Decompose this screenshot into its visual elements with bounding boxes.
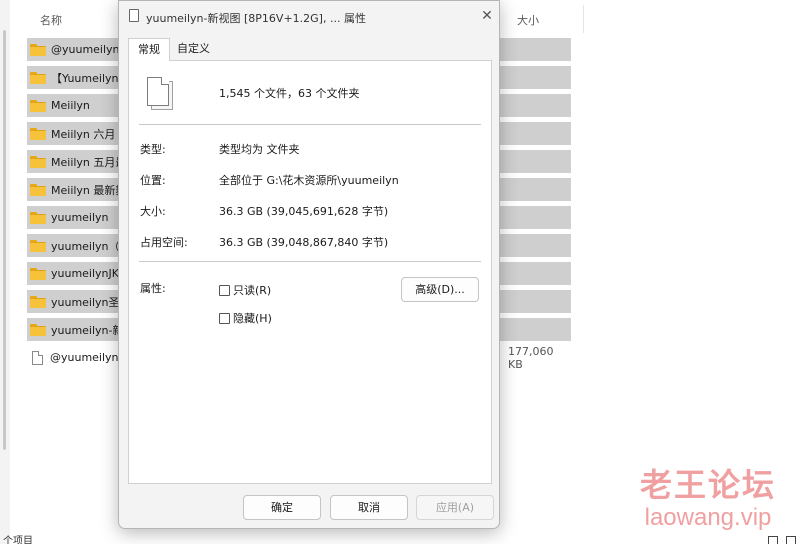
folder-icon (30, 155, 46, 168)
folder-icon (30, 239, 46, 252)
folder-icon (30, 99, 46, 112)
folder-icon (30, 211, 46, 224)
properties-dialog: yuumeilyn-新视图 [8P16V+1.2G], ... 属性 ✕ 常规 … (118, 0, 500, 529)
folder-icon (30, 183, 46, 196)
folder-icon (30, 71, 46, 84)
file-folder-summary: 1,545 个文件，63 个文件夹 (219, 87, 360, 100)
readonly-checkbox-label: 只读(R) (233, 284, 272, 297)
dialog-title: yuumeilyn-新视图 [8P16V+1.2G], ... 属性 (146, 12, 366, 25)
attributes-label: 属性: (140, 282, 166, 295)
scrollbar-thumb[interactable] (3, 30, 6, 450)
hidden-checkbox-label: 隐藏(H) (233, 312, 272, 325)
column-size-header[interactable]: 大小 (517, 12, 539, 28)
column-name-header[interactable]: 名称 (40, 12, 62, 28)
cancel-button[interactable]: 取消 (330, 495, 408, 520)
divider (139, 124, 481, 125)
list-item-name: yuumeilyn (51, 211, 109, 224)
file-icon (147, 77, 169, 106)
dialog-titlebar[interactable]: yuumeilyn-新视图 [8P16V+1.2G], ... 属性 ✕ (119, 1, 499, 33)
document-icon (129, 9, 139, 22)
file-icon (32, 350, 43, 365)
ok-button[interactable]: 确定 (243, 495, 321, 520)
watermark-title: 老王论坛 (639, 466, 776, 504)
list-item-name: yuumeilyn（1 (51, 239, 127, 253)
type-value: 类型均为 文件夹 (219, 143, 300, 156)
type-label: 类型: (140, 143, 166, 156)
tiles-view-icon[interactable] (786, 536, 796, 544)
folder-icon (30, 43, 46, 56)
status-bar: 个项目 (0, 534, 800, 544)
advanced-button[interactable]: 高级(D)... (401, 277, 479, 302)
column-divider[interactable] (583, 5, 584, 33)
readonly-checkbox[interactable]: 只读(R) (219, 282, 271, 298)
status-item-count: 个项目 (3, 536, 33, 544)
list-item-name: yuumeilynJK (51, 267, 119, 280)
size-label: 大小: (140, 205, 166, 218)
tab-custom[interactable]: 自定义 (171, 38, 216, 61)
folder-icon (30, 295, 46, 308)
folder-icon (30, 267, 46, 280)
hidden-checkbox-box[interactable] (219, 312, 230, 324)
details-view-icon[interactable] (768, 536, 778, 544)
vertical-scrollbar[interactable] (0, 0, 10, 544)
list-item-name: Meiilyn 五月最 (51, 155, 127, 169)
location-label: 位置: (140, 174, 166, 187)
apply-button[interactable]: 应用(A) (416, 495, 494, 520)
disk-size-value: 36.3 GB (39,048,867,840 字节) (219, 236, 389, 249)
tab-general[interactable]: 常规 (128, 38, 170, 61)
hidden-checkbox[interactable]: 隐藏(H) (219, 310, 272, 326)
size-value: 36.3 GB (39,045,691,628 字节) (219, 205, 389, 218)
folder-icon (30, 127, 46, 140)
watermark: 老王论坛 laowang.vip (628, 466, 788, 532)
list-item-name: Meiilyn (51, 99, 90, 112)
divider (139, 261, 481, 262)
disk-size-label: 占用空间: (140, 236, 188, 249)
readonly-checkbox-box[interactable] (219, 284, 230, 296)
list-item-name: Meiilyn 六月 (51, 127, 116, 141)
folder-icon (30, 323, 46, 336)
list-item-size: 177,060 KB (508, 344, 554, 371)
list-item-name: @yuumeilyn-c (50, 351, 129, 364)
location-value: 全部位于 G:\花木资源所\yuumeilyn (219, 174, 399, 187)
list-item-name: Meiilyn 最新舞 (51, 183, 127, 197)
close-icon[interactable]: ✕ (476, 6, 498, 26)
general-panel: 1,545 个文件，63 个文件夹 类型: 类型均为 文件夹 位置: 全部位于 … (128, 60, 492, 484)
watermark-url: laowang.vip (644, 504, 772, 531)
